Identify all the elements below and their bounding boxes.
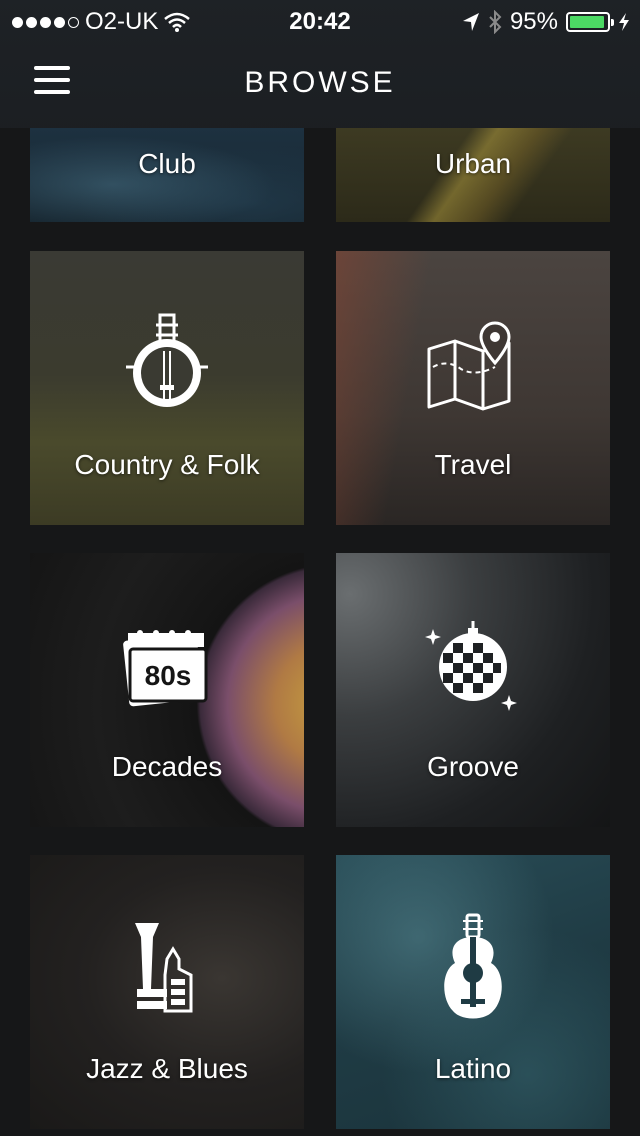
category-label: Groove: [427, 751, 519, 782]
trumpet-icon: [135, 923, 193, 1013]
calendar-80s-icon: 80s: [123, 630, 208, 707]
category-tile-travel[interactable]: Travel: [336, 251, 610, 525]
battery-percent: 95%: [509, 8, 558, 35]
disco-ball-icon: [425, 621, 517, 711]
page-title: BROWSE: [244, 66, 396, 99]
location-arrow-icon: [462, 13, 479, 31]
guitar-icon: [444, 913, 502, 1019]
category-label: Urban: [434, 148, 512, 179]
category-tile-decades[interactable]: 80s Decades: [30, 553, 304, 827]
category-label: Country & Folk: [74, 449, 260, 480]
category-label: Jazz & Blues: [86, 1053, 248, 1084]
category-label: Latino: [434, 1053, 512, 1084]
category-tile-jazz-blues[interactable]: Jazz & Blues: [30, 855, 304, 1129]
status-right: 95%: [462, 8, 630, 36]
charging-bolt-icon: [619, 13, 629, 31]
calendar-80s-text: 80s: [145, 660, 192, 691]
category-tile-groove[interactable]: Groove: [336, 553, 610, 827]
bluetooth-icon: [489, 10, 502, 34]
battery-icon: [566, 12, 614, 32]
category-tile-country-folk[interactable]: Country & Folk: [30, 251, 304, 525]
banjo-icon: [126, 313, 208, 407]
category-label: Decades: [111, 751, 223, 782]
status-bar: O2-UK 20:42 95%: [0, 0, 640, 40]
battery-fill: [570, 16, 605, 28]
category-label: Travel: [434, 449, 512, 480]
browse-screen: Club Urban Country & Folk Travel 80s Dec…: [0, 0, 640, 1136]
category-tile-club[interactable]: Club: [30, 128, 304, 222]
category-label: Club: [138, 148, 196, 179]
map-pin-icon: [427, 321, 511, 411]
category-tile-urban[interactable]: Urban: [336, 128, 610, 222]
category-tile-latino[interactable]: Latino: [336, 855, 610, 1129]
